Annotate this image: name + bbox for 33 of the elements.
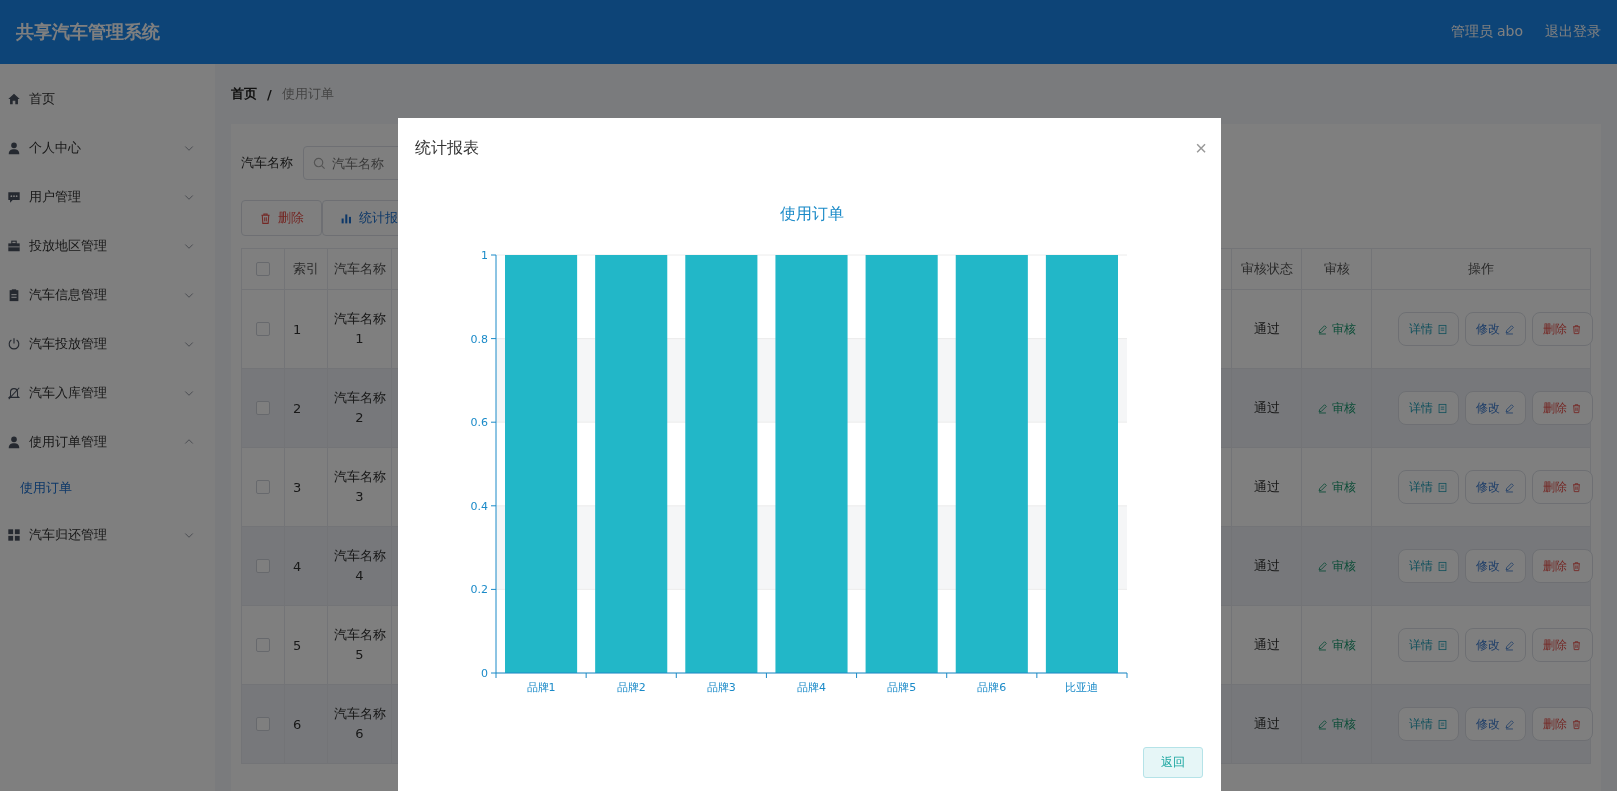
tick-label: 0.6 — [470, 416, 488, 430]
category-label: 品牌1 — [526, 681, 556, 694]
table-cell: 通过 — [1232, 685, 1302, 763]
user-label: 管理员 abo — [1450, 23, 1523, 41]
tick-label: 0.2 — [470, 583, 488, 597]
category-label: 品牌3 — [706, 681, 736, 694]
chart-title: 使用订单 — [779, 204, 844, 223]
category-label: 品牌5 — [887, 681, 917, 694]
category-label: 品牌4 — [797, 681, 826, 694]
app-title: 共享汽车管理系统 — [16, 20, 160, 44]
column-header: 审核 — [1302, 249, 1372, 289]
tick-label: 0 — [481, 667, 488, 680]
column-header: 索引 — [285, 249, 328, 289]
tick-label: 0.8 — [470, 332, 488, 346]
table-cell: 2 — [285, 369, 328, 447]
table-cell: 汽车名称 6 — [328, 685, 392, 763]
category-label: 品牌6 — [977, 681, 1007, 694]
table-cell: 通过 — [1232, 527, 1302, 605]
tick-label: 1 — [481, 249, 488, 262]
table-cell: 通过 — [1232, 369, 1302, 447]
table-cell: 4 — [285, 527, 328, 605]
tick-label: 0.4 — [470, 499, 488, 513]
dialog-title: 统计报表 — [415, 137, 479, 159]
breadcrumb-separator: / — [267, 86, 272, 102]
column-header: 操作 — [1467, 260, 1495, 278]
column-header: 汽车名称 — [328, 249, 392, 289]
category-label: 品牌2 — [616, 681, 646, 694]
table-cell: 汽车名称 2 — [328, 369, 392, 447]
table-cell: 6 — [285, 685, 328, 763]
search-label: 汽车名称 — [241, 154, 293, 172]
column-header: 审核状态 — [1232, 249, 1302, 289]
table-cell: 汽车名称 4 — [328, 527, 392, 605]
category-label: 比亚迪 — [1065, 681, 1099, 694]
